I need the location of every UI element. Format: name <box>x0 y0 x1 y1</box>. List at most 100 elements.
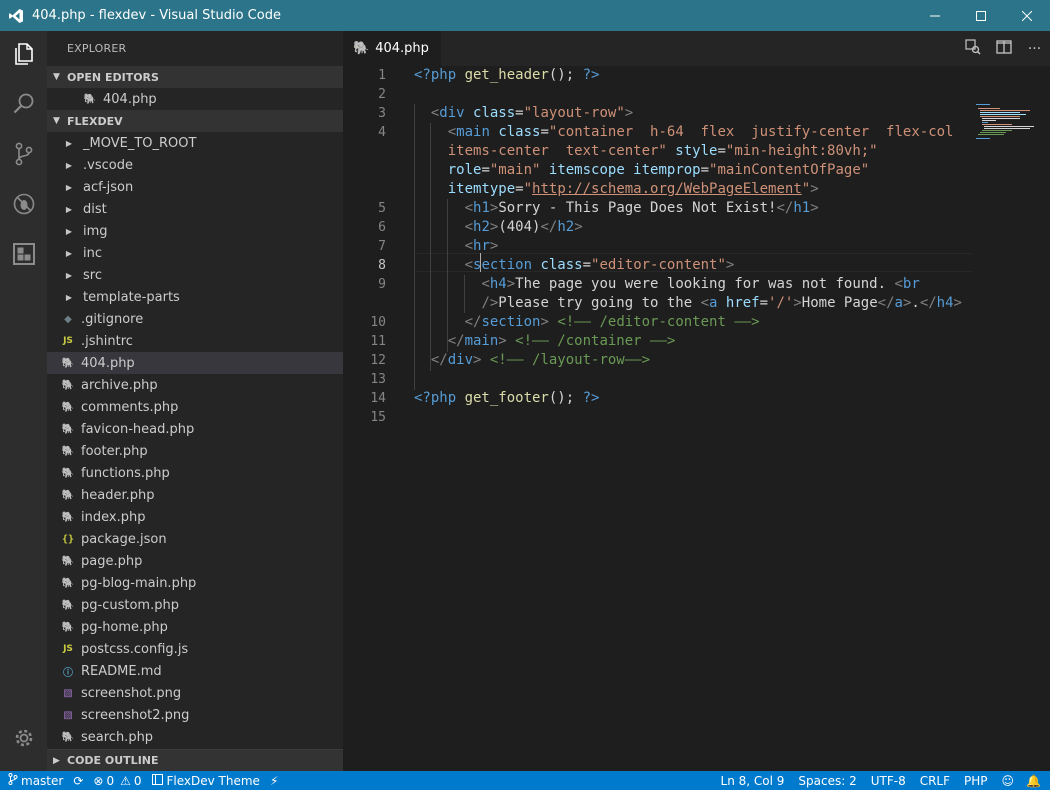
extensions-activity[interactable] <box>0 231 47 281</box>
file-item[interactable]: 🐘 404.php <box>47 352 343 374</box>
file-item[interactable]: 🐘 functions.php <box>47 462 343 484</box>
file-item[interactable]: ▧ screenshot2.png <box>47 704 343 726</box>
folder-item[interactable]: ▶ acf-json <box>47 176 343 198</box>
php-file-icon: 🐘 <box>61 357 75 369</box>
folder-label: _MOVE_TO_ROOT <box>83 135 197 151</box>
chevron-right-icon: ▶ <box>65 226 73 236</box>
open-editors-label: OPEN EDITORS <box>67 70 159 84</box>
split-editor-button[interactable] <box>988 31 1019 66</box>
manage-activity[interactable] <box>0 715 47 765</box>
php-file-icon: 🐘 <box>61 577 75 589</box>
cursor-position[interactable]: Ln 8, Col 9 <box>714 771 792 790</box>
folder-item[interactable]: ▶ src <box>47 264 343 286</box>
file-item[interactable]: ⓘ README.md <box>47 660 343 682</box>
source-control-activity[interactable] <box>0 131 47 181</box>
folder-label: .vscode <box>83 157 133 173</box>
chevron-right-icon: ▶ <box>65 248 73 258</box>
indentation[interactable]: Spaces: 2 <box>791 771 863 790</box>
php-file-icon: 🐘 <box>61 401 75 413</box>
file-label: archive.php <box>81 377 158 393</box>
code-text: <h1>Sorry - This Page Does Not Exist!</h… <box>464 200 819 216</box>
files-icon <box>11 41 37 71</box>
search-activity[interactable] <box>0 81 47 131</box>
code-line: itemtype="http://schema.org/WebPageEleme… <box>343 180 973 199</box>
folder-item[interactable]: ▶ _MOVE_TO_ROOT <box>47 132 343 154</box>
code-line: 3 <div class="layout-row"> <box>343 104 973 123</box>
file-item[interactable]: 🐘 archive.php <box>47 374 343 396</box>
folder-item[interactable]: ▶ dist <box>47 198 343 220</box>
file-item[interactable]: JS postcss.config.js <box>47 638 343 660</box>
open-editor-label: 404.php <box>103 91 157 107</box>
close-button[interactable] <box>1004 0 1050 31</box>
php-file-icon: 🐘 <box>61 621 75 633</box>
php-file-icon: 🐘 <box>61 731 75 743</box>
vscode-logo-icon <box>6 6 26 26</box>
ellipsis-icon: ··· <box>1027 40 1042 57</box>
file-item[interactable]: 🐘 pg-custom.php <box>47 594 343 616</box>
code-line: 6 <h2>(404)</h2> <box>343 218 973 237</box>
code-text: <section class="editor-content"> <box>464 257 735 273</box>
sync-button[interactable]: ⟳ <box>68 771 88 790</box>
notifications-button[interactable]: 🔔 <box>1021 771 1050 790</box>
line-ending[interactable]: CRLF <box>913 771 957 790</box>
file-item[interactable]: 🐘 search.php <box>47 726 343 748</box>
theme-indicator[interactable]: FlexDev Theme <box>147 771 265 790</box>
encoding[interactable]: UTF-8 <box>864 771 913 790</box>
minimize-button[interactable] <box>912 0 958 31</box>
lightning-button[interactable]: ⚡ <box>265 771 283 790</box>
language-mode[interactable]: PHP <box>957 771 995 790</box>
code-text: <?php get_footer(); ?> <box>414 390 600 406</box>
file-label: header.php <box>81 487 155 503</box>
code-line: 15 <box>343 408 973 427</box>
folder-item[interactable]: ▶ template-parts <box>47 286 343 308</box>
file-label: pg-blog-main.php <box>81 575 197 591</box>
git-branch-icon <box>8 773 18 788</box>
branch-indicator[interactable]: master <box>0 771 68 790</box>
lightning-icon: ⚡ <box>269 773 279 788</box>
debug-activity[interactable] <box>0 181 47 231</box>
js-file-icon: JS <box>63 336 73 346</box>
file-item[interactable]: ▧ screenshot.png <box>47 682 343 704</box>
file-item[interactable]: ◆ .gitignore <box>47 308 343 330</box>
file-item[interactable]: 🐘 pg-blog-main.php <box>47 572 343 594</box>
info-file-icon: ⓘ <box>63 667 73 679</box>
php-file-icon: 🐘 <box>353 41 370 56</box>
code-text: </div> <!—— /layout-row——> <box>430 352 651 368</box>
code-line: 5 <h1>Sorry - This Page Does Not Exist!<… <box>343 199 973 218</box>
problems-indicator[interactable]: ⊗ 0 ⚠ 0 <box>88 771 146 790</box>
file-item[interactable]: 🐘 pg-home.php <box>47 616 343 638</box>
file-item[interactable]: 🐘 page.php <box>47 550 343 572</box>
sidebar-title: EXPLORER <box>67 42 127 55</box>
chevron-right-icon: ▶ <box>65 270 73 280</box>
file-item[interactable]: {} package.json <box>47 528 343 550</box>
file-label: .gitignore <box>81 311 144 327</box>
warning-icon: ⚠ <box>120 773 131 788</box>
feedback-button[interactable]: ☺ <box>995 771 1022 790</box>
code-text: role="main" itemscope itemprop="mainCont… <box>414 162 870 178</box>
tab-404-php[interactable]: 🐘 404.php <box>343 31 441 66</box>
folder-item[interactable]: ▶ .vscode <box>47 154 343 176</box>
explorer-activity[interactable] <box>0 31 47 81</box>
file-item[interactable]: 🐘 comments.php <box>47 396 343 418</box>
php-file-icon: 🐘 <box>83 93 97 105</box>
open-editor-item[interactable]: 🐘 404.php <box>47 88 343 110</box>
maximize-button[interactable] <box>958 0 1004 31</box>
open-editors-header[interactable]: ▼ OPEN EDITORS <box>47 66 343 88</box>
code-line: 7 <hr> <box>343 237 973 256</box>
folder-item[interactable]: ▶ img <box>47 220 343 242</box>
minimap[interactable] <box>976 104 1036 144</box>
folder-item[interactable]: ▶ inc <box>47 242 343 264</box>
open-changes-button[interactable] <box>957 31 988 66</box>
file-item[interactable]: JS .jshintrc <box>47 330 343 352</box>
file-item[interactable]: 🐘 header.php <box>47 484 343 506</box>
file-item[interactable]: 🐘 footer.php <box>47 440 343 462</box>
file-tree: ▶ _MOVE_TO_ROOT ▶ .vscode ▶ acf-json ▶ dist ▶ img… <box>47 132 343 748</box>
more-actions-button[interactable]: ··· <box>1019 31 1050 66</box>
editor-area: 🐘 404.php ··· 1 <?php get_header(); ?> 2… <box>343 31 1050 771</box>
project-header[interactable]: ▼ FLEXDEV <box>47 110 343 132</box>
file-item[interactable]: 🐘 index.php <box>47 506 343 528</box>
source-control-icon <box>11 141 37 171</box>
file-item[interactable]: 🐘 favicon-head.php <box>47 418 343 440</box>
code-editor[interactable]: 1 <?php get_header(); ?> 2 3 <div class="la… <box>343 66 1050 771</box>
code-outline-header[interactable]: ▶ CODE OUTLINE <box>47 749 343 771</box>
